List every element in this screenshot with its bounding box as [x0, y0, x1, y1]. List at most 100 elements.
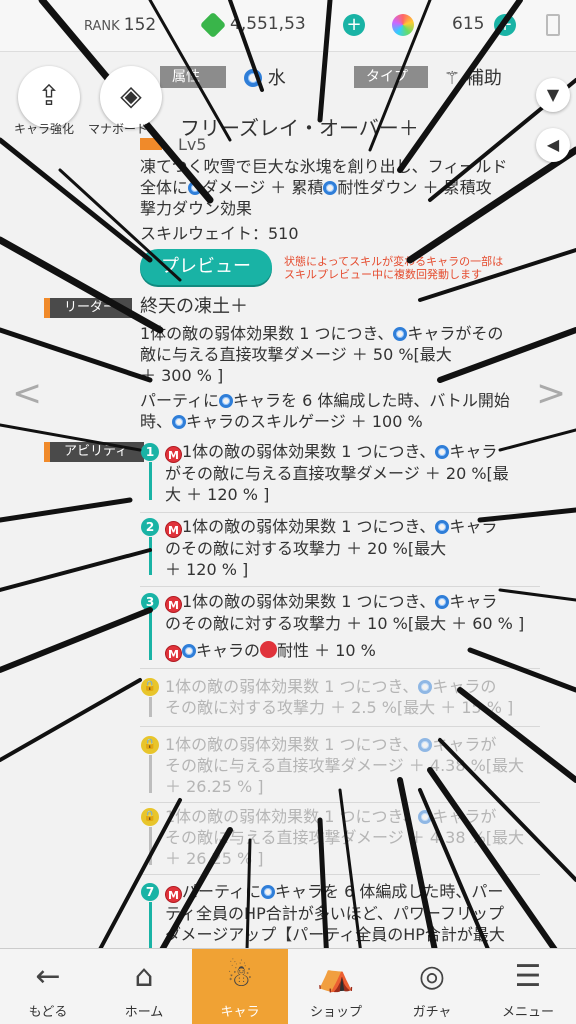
attribute-label: 属性: [160, 66, 226, 88]
ability-6-line-3: ＋ 26.25 % ]: [165, 849, 264, 868]
manaboard-label: マナボード: [88, 122, 149, 136]
ability-3-line-3a: キャラの: [196, 641, 261, 660]
leader-line-1b: キャラがその: [407, 324, 504, 343]
ability-connector: [149, 755, 152, 793]
skill-desc-2: 全体に ダメージ ＋ 累積 耐性ダウン ＋ 累積攻: [140, 177, 492, 198]
manaboard-button[interactable]: ◈: [100, 66, 162, 128]
water-element-icon: [182, 644, 196, 658]
m-badge-icon: M: [165, 645, 182, 662]
leader-line-4b: キャラを 6 体編成した時、バトル開始: [233, 391, 510, 410]
ability-4-line-1b: キャラの: [432, 677, 497, 696]
leader-line-1: 1体の敵の弱体効果数 1 つにつき、 キャラがその: [140, 323, 503, 344]
water-element-icon: [323, 181, 338, 195]
water-element-icon: [188, 181, 203, 195]
ability-5-line-3: ＋ 26.25 % ]: [165, 777, 264, 796]
leader-line-4: パーティに キャラを 6 体編成した時、バトル開始: [140, 390, 510, 411]
preview-note-2: スキルプレビュー中に複数回発動します: [284, 268, 482, 281]
nav-gacha[interactable]: ◎ ガチャ: [384, 949, 480, 1024]
menu-icon: ☰: [514, 959, 542, 994]
rank-display: RANK 152: [84, 15, 156, 35]
water-element-icon: [393, 327, 408, 341]
water-element-icon: [244, 69, 262, 87]
skill-desc-2b: ダメージ ＋ 累積: [202, 178, 324, 197]
diamond-grid-icon: ◈: [120, 79, 142, 112]
ability-number: 1: [141, 443, 159, 461]
ability-2-line-3: ＋ 120 % ]: [165, 560, 249, 579]
ability-connector: [149, 537, 152, 575]
leader-line-5: 時、 キャラのスキルゲージ ＋ 100 %: [140, 411, 423, 432]
m-badge-icon: M: [165, 521, 182, 538]
character-icon: ☃: [226, 959, 254, 994]
currency-green-value: 4,551,53: [230, 14, 306, 34]
ability-connector: [149, 612, 152, 660]
enhance-button[interactable]: ⇪: [18, 66, 80, 128]
ability-6-line-1b: キャラが: [432, 807, 497, 826]
leader-line-1a: 1体の敵の弱体効果数 1 つにつき、: [140, 324, 394, 343]
ability-5-line-1b: キャラが: [432, 735, 497, 754]
fire-element-icon: [260, 641, 278, 658]
ability-6-line-2: その敵に与える直接攻撃ダメージ ＋ 4.38 %[最大: [165, 828, 525, 847]
water-element-icon: [418, 680, 433, 694]
ability-3-sub: M キャラの 耐性 ＋ 10 %: [165, 640, 535, 662]
ability-connector: [149, 462, 152, 500]
nav-chara[interactable]: ☃ キャラ: [192, 949, 288, 1024]
gacha-icon: ◎: [418, 959, 446, 994]
nav-shop[interactable]: ⛺ ショップ: [288, 949, 384, 1024]
leader-line-4a: パーティに: [140, 391, 220, 410]
lock-icon: 🔒: [141, 678, 159, 696]
ability-7-line-1a: パーティに: [182, 882, 262, 901]
nav-shop-label: ショップ: [309, 1005, 362, 1020]
ability-connector: [149, 902, 152, 948]
add-green-currency-button[interactable]: +: [343, 14, 365, 36]
m-badge-icon: M: [165, 446, 182, 463]
ability-2-line-2: のその敵に対する攻撃力 ＋ 20 %[最大: [165, 539, 447, 558]
water-element-icon: [435, 520, 450, 534]
divider: [140, 586, 540, 587]
ability-tag: アビリティ: [44, 442, 145, 462]
leader-line-5b: キャラのスキルゲージ ＋ 100 %: [186, 412, 423, 431]
water-element-icon: [261, 885, 276, 899]
ability-3-line-1a: 1体の敵の弱体効果数 1 つにつき、: [182, 592, 436, 611]
nav-home-label: ホーム: [124, 1005, 164, 1020]
lock-icon: 🔒: [141, 808, 159, 826]
add-rainbow-currency-button[interactable]: +: [494, 14, 516, 36]
nav-gacha-label: ガチャ: [412, 1005, 452, 1020]
nav-home[interactable]: ⌂ ホーム: [96, 949, 192, 1024]
green-gem-icon: [199, 11, 227, 39]
wand-icon: ⚚: [444, 68, 461, 89]
ability-1: M 1体の敵の弱体効果数 1 つにつき、 キャラ がその敵に与える直接攻撃ダメージ …: [165, 441, 535, 505]
shop-icon: ⛺: [317, 959, 355, 994]
ability-2-line-1a: 1体の敵の弱体効果数 1 つにつき、: [182, 517, 436, 536]
ability-7-line-3: ダメージアップ【パーティ全員のHP合計が最大: [165, 925, 505, 944]
ability-3-line-3b: 耐性 ＋ 10 %: [277, 641, 376, 660]
m-badge-icon: M: [165, 596, 182, 613]
outfit-icon[interactable]: ▼: [536, 78, 570, 112]
divider: [140, 802, 540, 803]
nav-back[interactable]: ← もどる: [0, 949, 96, 1024]
preview-note: 状態によってスキルが変わるキャラの一部は スキルプレビュー中に複数回発動します: [284, 255, 503, 281]
water-element-icon: [219, 394, 234, 408]
voice-icon[interactable]: ◀: [536, 128, 570, 162]
currency-rainbow-value: 615: [452, 14, 485, 34]
skill-level-icon: [140, 138, 162, 150]
lock-icon: 🔒: [141, 736, 159, 754]
next-arrow-icon[interactable]: >: [536, 373, 566, 414]
type-value: ⚚ 補助: [444, 64, 502, 90]
bottom-navigation: ← もどる ⌂ ホーム ☃ キャラ ⛺ ショップ ◎ ガチャ ☰ メニュー: [0, 948, 576, 1024]
nav-menu-label: メニュー: [501, 1005, 554, 1020]
arrow-left-icon: ←: [35, 959, 61, 994]
ability-connector: [149, 827, 152, 865]
nav-menu[interactable]: ☰ メニュー: [480, 949, 576, 1024]
divider: [140, 668, 540, 669]
rank-value: 152: [123, 15, 157, 35]
preview-button[interactable]: プレビュー: [140, 249, 272, 285]
ability-3-line-1b: キャラ: [449, 592, 498, 611]
ability-5: 1体の敵の弱体効果数 1 つにつき、 キャラが その敵に与える直接攻撃ダメージ ＋…: [165, 734, 535, 797]
ability-4-line-2: その敵に対する攻撃力 ＋ 2.5 %[最大 ＋ 15 % ]: [165, 698, 514, 717]
ability-number: 2: [141, 518, 159, 536]
m-badge-icon: M: [165, 886, 182, 903]
skill-name: フリーズレイ・オーバー＋: [180, 116, 419, 140]
skill-level: Lv5: [178, 135, 207, 154]
ability-1-line-2: がその敵に与える直接攻撃ダメージ ＋ 20 %[最: [165, 464, 509, 483]
previous-arrow-icon[interactable]: <: [12, 373, 42, 414]
